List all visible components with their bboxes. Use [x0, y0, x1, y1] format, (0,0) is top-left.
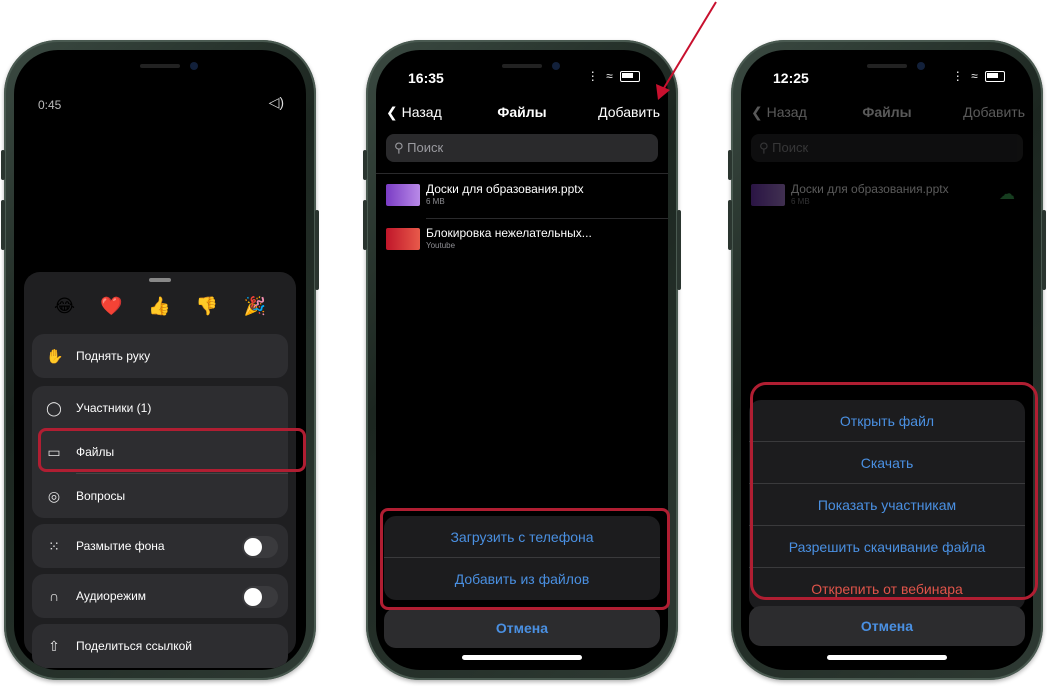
add-button[interactable]: Добавить [598, 104, 660, 120]
menu-item-label: Вопросы [76, 489, 126, 503]
file-name: Блокировка нежелательных... [426, 226, 592, 240]
file-thumbnail [386, 184, 420, 206]
nav-bar: ❮ Назад Файлы Добавить [741, 98, 1033, 126]
notch [447, 50, 597, 76]
blur-card: ⁙ Размытие фона [32, 524, 288, 568]
file-row[interactable]: Блокировка нежелательных... Youtube [386, 224, 658, 260]
menu-item-participants[interactable]: ◯ Участники (1) [32, 386, 288, 430]
speaker [140, 64, 180, 68]
audio-mode-toggle[interactable] [242, 586, 278, 608]
file-size: 6 MB [426, 197, 445, 206]
screen-1: 0:45 ◁) 😂 ❤️ 👍 👎 🎉 ✋ Поднять руку ◯ Учас… [14, 50, 306, 670]
blur-toggle[interactable] [242, 536, 278, 558]
speaker [502, 64, 542, 68]
menu-item-raise-hand[interactable]: ✋ Поднять руку [32, 334, 288, 378]
menu-item-share-link[interactable]: ⇧ Поделиться ссылкой [32, 624, 288, 668]
menu-item-label: Аудиорежим [76, 589, 147, 603]
file-row[interactable]: Доски для образования.pptx 6 MB ☁ [751, 180, 1023, 216]
file-source: Youtube [426, 241, 456, 250]
person-icon: ◯ [46, 399, 62, 416]
camera [917, 62, 925, 70]
search-placeholder: Поиск [772, 140, 809, 155]
call-timer: 0:45 [38, 98, 62, 112]
notch [812, 50, 962, 76]
camera [552, 62, 560, 70]
divider [426, 218, 668, 219]
add-button[interactable]: Добавить [963, 104, 1025, 120]
volume-button [1, 200, 5, 250]
share-card: ⇧ Поделиться ссылкой [32, 624, 288, 668]
menu-item-audio-mode: ∩ Аудиорежим [32, 574, 288, 618]
wifi-icon: ≈ [971, 69, 980, 83]
status-icons: ⋮ ≈ [952, 69, 1005, 83]
highlight-upload-actions [380, 508, 670, 610]
question-icon: ◎ [47, 487, 61, 504]
share-icon: ⇧ [48, 637, 60, 654]
thumbs-down-emoji-icon[interactable]: 👎 [196, 296, 218, 317]
status-time: 16:35 [408, 70, 444, 86]
volume-button [363, 200, 367, 250]
cloud-upload-icon[interactable]: ☁ [999, 184, 1015, 204]
menu-item-label: Размытие фона [76, 539, 165, 553]
file-name: Доски для образования.pptx [426, 182, 584, 196]
battery-icon [620, 71, 640, 83]
raise-hand-card: ✋ Поднять руку [32, 334, 288, 378]
speaker [867, 64, 907, 68]
cancel-button[interactable]: Отмена [749, 606, 1025, 646]
wifi-icon: ≈ [606, 69, 615, 83]
mute-switch [363, 150, 367, 180]
mute-switch [1, 150, 5, 180]
search-icon: ⚲ [759, 140, 769, 155]
power-button [315, 210, 319, 290]
search-icon: ⚲ [394, 140, 404, 155]
divider [376, 173, 668, 174]
phone-mockup-1: 0:45 ◁) 😂 ❤️ 👍 👎 🎉 ✋ Поднять руку ◯ Учас… [1, 40, 319, 680]
cancel-button[interactable]: Отмена [384, 608, 660, 648]
file-row[interactable]: Доски для образования.pptx 6 MB [386, 180, 658, 216]
menu-item-label: Участники (1) [76, 401, 152, 415]
battery-icon [985, 71, 1005, 83]
file-size: 6 MB [791, 197, 810, 206]
highlight-file-actions [750, 382, 1038, 600]
reaction-row: 😂 ❤️ 👍 👎 🎉 [54, 296, 266, 317]
volume-button [728, 200, 732, 250]
menu-item-blur: ⁙ Размытие фона [32, 524, 288, 568]
thumbs-up-emoji-icon[interactable]: 👍 [148, 296, 170, 317]
headphones-icon: ∩ [48, 588, 60, 604]
menu-item-label: Поделиться ссылкой [76, 639, 192, 653]
file-name: Доски для образования.pptx [791, 182, 949, 196]
status-icons: ⋮ ≈ [587, 69, 640, 83]
menu-item-questions[interactable]: ◎ Вопросы [32, 474, 288, 518]
search-placeholder: Поиск [407, 140, 444, 155]
home-indicator [462, 655, 582, 660]
nav-bar: ❮ Назад Файлы Добавить [376, 98, 668, 126]
power-button [677, 210, 681, 290]
heart-emoji-icon[interactable]: ❤️ [100, 296, 122, 317]
search-input[interactable]: ⚲ Поиск [386, 134, 658, 162]
speaker-volume-icon[interactable]: ◁) [269, 94, 284, 111]
search-input[interactable]: ⚲ Поиск [751, 134, 1023, 162]
power-button [1042, 210, 1046, 290]
blur-icon: ⁙ [48, 537, 60, 554]
camera [190, 62, 198, 70]
laugh-emoji-icon[interactable]: 😂 [54, 296, 75, 317]
sheet-grabber[interactable] [149, 278, 171, 282]
file-thumbnail [751, 184, 785, 206]
highlight-files [38, 428, 306, 472]
menu-item-label: Поднять руку [76, 349, 151, 363]
status-time: 12:25 [773, 70, 809, 86]
audio-card: ∩ Аудиорежим [32, 574, 288, 618]
party-emoji-icon[interactable]: 🎉 [244, 296, 266, 317]
file-thumbnail [386, 228, 420, 250]
home-indicator [827, 655, 947, 660]
hand-icon: ✋ [46, 347, 64, 364]
mute-switch [728, 150, 732, 180]
